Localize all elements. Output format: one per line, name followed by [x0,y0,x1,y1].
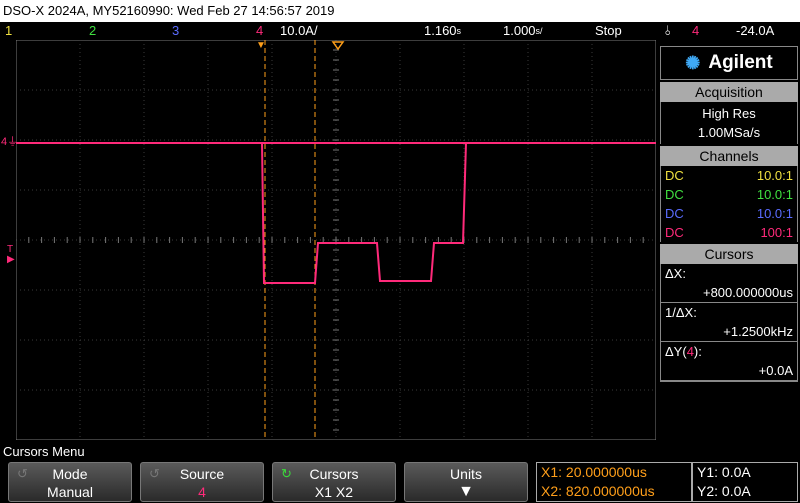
x2-readout: X2: 820.000000us [541,483,655,499]
channel-row-3: DC 10.0:1 [661,204,797,223]
softkey-value: Manual [47,484,93,500]
channel-row-1: DC 10.0:1 [661,166,797,185]
time-delay-unit: s [456,26,462,36]
source-softkey[interactable]: ↺ Source 4 [140,462,264,502]
time-delay: 1.160s [424,22,461,40]
channel-coupling: DC [665,225,684,240]
channel-coupling: DC [665,206,684,221]
channels-header: Channels [660,146,798,166]
waveform-grid-svg [16,40,656,440]
ch4-scale: 10.0A/ [280,23,318,38]
rotate-arrow-icon: ↺ [149,466,160,481]
ch2-indicator[interactable]: 2 [89,22,96,40]
ch4-indicator[interactable]: 4 [256,22,263,40]
channel-coupling: DC [665,187,684,202]
ground-icon: ⏚ [7,136,19,148]
time-scale: 1.000s/ [503,22,543,40]
softkey-value: 4 [198,484,206,500]
x-cursor-readout: X1: 20.000000us X2: 820.000000us [536,462,692,502]
acquisition-section: High Res 1.00MSa/s [660,102,798,144]
delta-y-label-pre: ΔY( [665,344,687,359]
delta-x-label: ΔX: [665,266,686,281]
window-title: DSO-X 2024A, MY52160990: Wed Feb 27 14:5… [0,0,800,22]
channel-probe-ratio: 10.0:1 [756,206,793,221]
acquisition-mode: High Res [702,106,756,121]
agilent-logo: ✺ Agilent [660,46,798,80]
time-scale-value: 1.000 [503,23,536,38]
trigger-arrow-icon: ▶ [7,254,15,265]
inverse-delta-x-label: 1/ΔX: [665,305,697,320]
rotate-arrow-icon: ↺ [17,466,28,481]
y-cursor-readout: Y1: 0.0A Y2: 0.0A [692,462,798,502]
down-arrow-icon: ▼ [458,483,474,500]
trigger-edge-icon: ⫰ [665,23,671,38]
y1-readout: Y1: 0.0A [697,464,751,480]
status-bar: 1 2 3 4 10.0A/ 1.160s 1.000s/ Stop ⫰ 4 -… [0,22,800,40]
rotate-arrow-icon: ↻ [281,466,292,481]
agilent-spark-icon: ✺ [685,52,701,73]
delta-y-label: ΔY(4): [661,342,797,361]
cursors-softkey[interactable]: ↻ Cursors X1 X2 [272,462,396,502]
channel-row-2: DC 10.0:1 [661,185,797,204]
cursor-x1-marker-icon: ▼ [256,40,266,51]
delta-x-value: +800.000000us [661,283,797,303]
trigger-level-marker[interactable]: T ▶ [7,245,15,265]
cursors-section: ΔX: +800.000000us 1/ΔX: +1.2500kHz ΔY(4)… [660,264,798,382]
units-softkey[interactable]: Units ▼ [404,462,528,502]
menu-title: Cursors Menu [3,444,85,459]
delta-y-channel: 4 [686,344,694,359]
inverse-delta-x-value: +1.2500kHz [661,322,797,342]
y2-readout: Y2: 0.0A [697,483,751,499]
channels-section: DC 10.0:1 DC 10.0:1 DC 10.0:1 DC 100:1 [660,166,798,242]
channel-probe-ratio: 10.0:1 [756,187,793,202]
delta-y-value: +0.0A [661,361,797,381]
channel-probe-ratio: 100:1 [760,225,793,240]
brand-name: Agilent [708,52,773,73]
cursors-header: Cursors [660,244,798,264]
softkey-menu: Cursors Menu ↺ Mode Manual ↺ Source 4 ↻ … [0,442,800,503]
acquisition-header: Acquisition [660,82,798,102]
ch3-indicator[interactable]: 3 [172,22,179,40]
channel-probe-ratio: 10.0:1 [756,168,793,183]
x1-readout: X1: 20.000000us [541,464,647,480]
delta-y-label-post: ): [693,344,702,359]
time-scale-unit: s/ [535,26,543,36]
sample-rate: 1.00MSa/s [697,125,761,140]
softkey-value: X1 X2 [314,484,354,500]
ch1-indicator[interactable]: 1 [5,22,12,40]
ch4-ground-marker[interactable]: 4⏚ [1,133,18,149]
channel-coupling: DC [665,168,684,183]
run-state: Stop [595,23,622,38]
softkey-label: Units [450,466,482,482]
waveform-display[interactable] [16,40,656,440]
time-delay-value: 1.160 [424,23,457,38]
mode-softkey[interactable]: ↺ Mode Manual [8,462,132,502]
info-panel: ✺ Agilent Acquisition High Res 1.00MSa/s… [660,46,798,440]
trigger-level: -24.0A [736,23,775,38]
channel-row-4: DC 100:1 [661,223,797,242]
trigger-source: 4 [692,23,700,38]
